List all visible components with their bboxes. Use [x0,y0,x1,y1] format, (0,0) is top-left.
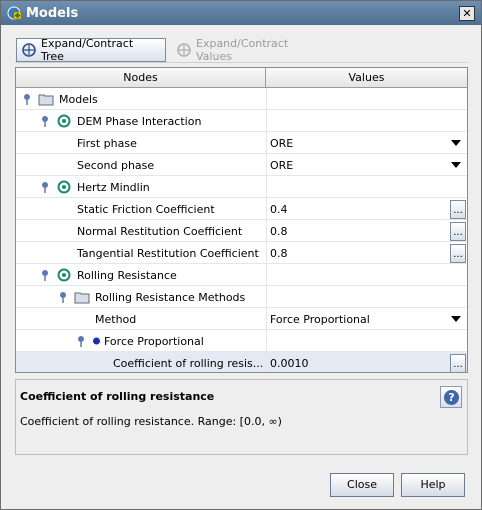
tree-node-value [266,110,467,132]
ellipsis-button[interactable]: ... [450,222,466,241]
tree-node-label: Hertz Mindlin [77,180,150,194]
close-window-icon[interactable]: ✕ [459,5,475,21]
expand-contract-tree-label: Expand/Contract Tree [41,37,134,63]
tree-row-hertz-mindlin[interactable]: Hertz Mindlin [16,176,467,198]
pin-icon[interactable] [40,181,50,193]
property-label: Coefficient of rolling resis... [113,356,264,370]
pin-icon[interactable] [40,115,50,127]
property-label: Tangential Restitution Coefficient [77,246,259,260]
ellipsis-button[interactable]: ... [450,244,466,263]
tree-node-label: Force Proportional [104,334,204,348]
first-phase-select[interactable]: ORE [266,132,467,154]
description-text: Coefficient of rolling resistance. Range… [20,415,282,428]
rolling-resistance-coefficient-field[interactable]: 0.0010 ... [266,352,467,372]
expand-contract-tree-button[interactable]: Expand/Contract Tree [16,37,166,63]
tree-node-label: Models [59,92,98,106]
tree-row-models[interactable]: Models [16,88,467,110]
models-dialog: Models ✕ Expand/Contract Tree Expand/Con… [0,0,482,510]
property-row-tangential-restitution[interactable]: Tangential Restitution Coefficient 0.8 .… [16,242,467,264]
tree-node-label: Rolling Resistance [77,268,177,282]
property-label: First phase [77,136,137,150]
folder-icon [38,94,54,106]
tree-node-label: DEM Phase Interaction [77,114,202,128]
help-button[interactable]: Help [401,473,465,497]
tree-row-rolling-resistance[interactable]: Rolling Resistance [16,264,467,286]
tree-node-label: Rolling Resistance Methods [95,290,246,304]
property-row-normal-restitution[interactable]: Normal Restitution Coefficient 0.8 ... [16,220,467,242]
tree-node-value [266,176,467,198]
chevron-down-icon[interactable] [451,316,461,322]
models-tree-table: Nodes Values Models DEM Phase Interactio… [15,67,468,373]
table-header: Nodes Values [16,68,467,88]
pin-icon[interactable] [22,93,32,105]
tree-row-rolling-resistance-methods[interactable]: Rolling Resistance Methods [16,286,467,308]
title-bar[interactable]: Models ✕ [1,1,481,25]
pin-icon[interactable] [76,335,86,347]
model-icon [57,268,71,282]
property-row-static-friction[interactable]: Static Friction Coefficient 0.4 ... [16,198,467,220]
property-label: Static Friction Coefficient [77,202,215,216]
description-title: Coefficient of rolling resistance [20,390,215,403]
expand-contract-values-label: Expand/Contract Values [196,37,289,63]
property-row-second-phase[interactable]: Second phase ORE [16,154,467,176]
tree-node-value [266,264,467,286]
property-row-rolling-resistance-coefficient[interactable]: Coefficient of rolling resis... 0.0010 .… [16,352,467,372]
values-column-header[interactable]: Values [266,68,467,88]
property-label: Method [95,312,137,326]
help-icon[interactable]: ? [440,386,462,408]
folder-icon [74,292,90,304]
expand-tree-icon [21,42,37,58]
tree-row-dem-phase-interaction[interactable]: DEM Phase Interaction [16,110,467,132]
chevron-down-icon[interactable] [451,162,461,168]
model-icon [57,180,71,194]
ellipsis-button[interactable]: ... [450,200,466,219]
expand-values-icon [176,42,192,58]
property-label: Second phase [77,158,155,172]
close-button[interactable]: Close [330,473,394,497]
chevron-down-icon[interactable] [451,140,461,146]
ellipsis-button[interactable]: ... [450,354,466,372]
second-phase-select[interactable]: ORE [266,154,467,176]
app-icon [6,5,22,21]
normal-restitution-field[interactable]: 0.8 ... [266,220,467,242]
tree-node-value [266,286,467,308]
tree-node-value [266,330,467,352]
nodes-column-header[interactable]: Nodes [16,68,266,88]
property-row-method[interactable]: Method Force Proportional [16,308,467,330]
tree-row-force-proportional[interactable]: Force Proportional [16,330,467,352]
property-description-panel: Coefficient of rolling resistance Coeffi… [15,379,468,455]
toolbar: Expand/Contract Tree Expand/Contract Val… [15,35,467,63]
tangential-restitution-field[interactable]: 0.8 ... [266,242,467,264]
window-title: Models [26,5,79,21]
method-select[interactable]: Force Proportional [266,308,467,330]
pin-icon[interactable] [40,269,50,281]
expand-contract-values-button[interactable]: Expand/Contract Values [172,37,328,63]
dot-icon [93,337,100,345]
static-friction-field[interactable]: 0.4 ... [266,198,467,220]
property-label: Normal Restitution Coefficient [77,224,243,238]
tree-node-value [266,88,467,110]
pin-icon[interactable] [58,291,68,303]
property-row-first-phase[interactable]: First phase ORE [16,132,467,154]
model-icon [57,114,71,128]
